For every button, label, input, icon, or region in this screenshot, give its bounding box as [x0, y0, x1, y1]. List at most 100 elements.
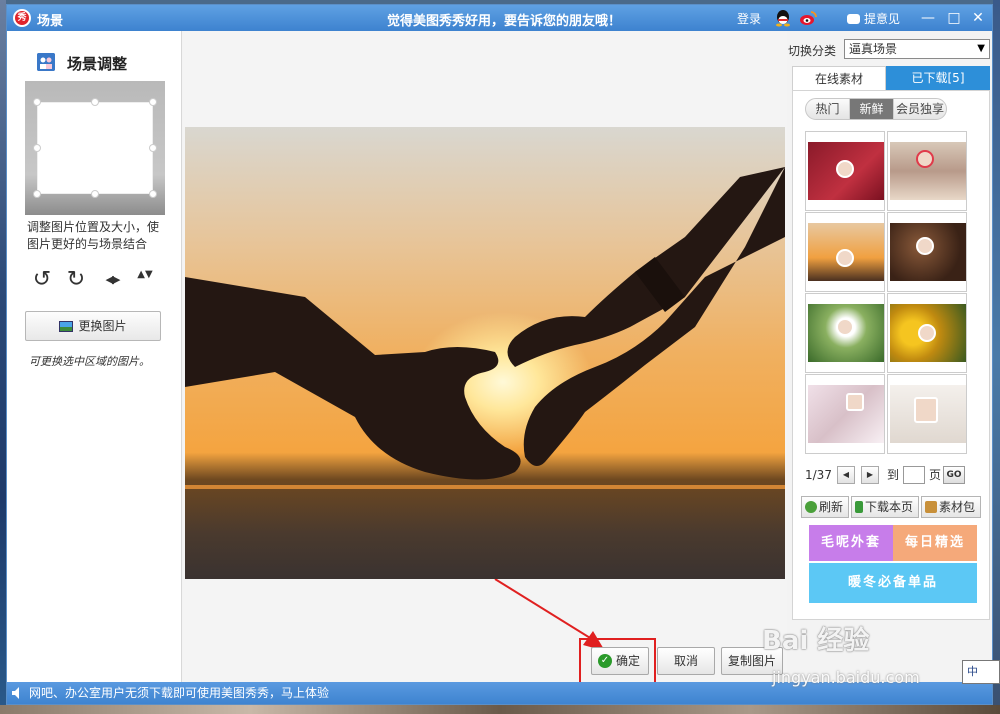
banner-winter-essentials[interactable]: 暖冬必备单品: [809, 563, 977, 603]
material-pack-button[interactable]: 素材包: [921, 496, 981, 518]
resize-handle[interactable]: [149, 144, 157, 152]
thumb-image: [808, 385, 884, 443]
chat-bubble-icon: [847, 14, 860, 24]
speaker-icon: [12, 687, 19, 699]
desktop-edge-bottom: [0, 705, 1000, 714]
adjust-hint-text: 调整图片位置及大小，使图片更好的与场景结合: [27, 220, 160, 251]
heart-hands-silhouette: [185, 167, 785, 480]
face-slot: [836, 249, 854, 267]
face-slot: [836, 160, 854, 178]
thumb-image: [890, 385, 966, 443]
pagination: 1/37 ◀ ▶ 到 页 GO: [805, 465, 985, 485]
download-page-button[interactable]: 下载本页: [851, 496, 919, 518]
face-slot: [916, 150, 934, 168]
scene-adjust-panel: 场景调整 调整图片位置及大小，使图片更好的与场景结合 ↺ ↻ ◀▶ ▲▼ 更换图…: [7, 31, 182, 682]
maximize-button[interactable]: □: [943, 8, 965, 28]
material-thumb[interactable]: [805, 131, 885, 211]
change-image-note: 可更换选中区域的图片。: [29, 355, 150, 368]
download-page-label: 下载本页: [865, 500, 914, 514]
goto-label: 到: [887, 468, 900, 482]
minimize-button[interactable]: —: [917, 8, 939, 28]
qq-icon[interactable]: [775, 9, 791, 27]
resize-handle[interactable]: [33, 190, 41, 198]
page-unit-label: 页: [929, 468, 942, 482]
change-image-label: 更换图片: [78, 319, 127, 333]
face-slot: [846, 393, 864, 411]
flip-vertical-icon[interactable]: ▲▼: [135, 269, 155, 295]
close-button[interactable]: ✕: [967, 8, 989, 28]
material-thumb[interactable]: [887, 293, 967, 373]
refresh-label: 刷新: [819, 500, 844, 514]
desktop-edge-right: [993, 0, 1000, 714]
subtab-hot[interactable]: 热门: [806, 99, 850, 119]
category-label: 切换分类: [788, 44, 837, 58]
ime-indicator[interactable]: 中: [962, 660, 1000, 684]
tab-online-materials[interactable]: 在线素材: [792, 66, 886, 90]
page-indicator: 1/37: [805, 468, 832, 482]
thumb-image: [808, 142, 884, 200]
subtab-new[interactable]: 新鲜: [850, 99, 894, 119]
window-title: 场景: [37, 14, 64, 29]
material-thumb[interactable]: [887, 131, 967, 211]
baidu-watermark: Bai 经验: [762, 626, 870, 656]
banner-wool-coat[interactable]: 毛呢外套: [809, 525, 893, 561]
prev-page-button[interactable]: ◀: [837, 466, 855, 484]
transform-toolbar: ↺ ↻ ◀▶ ▲▼: [29, 267, 169, 295]
face-slot: [914, 397, 938, 423]
face-slot: [918, 324, 936, 342]
scene-canvas: ✓ 确定 取消 复制图片: [183, 31, 787, 686]
material-thumb[interactable]: [805, 293, 885, 373]
subtab-vip[interactable]: 会员独享: [894, 99, 946, 119]
selection-frame[interactable]: [37, 102, 153, 194]
rotate-right-icon[interactable]: ↻: [63, 267, 89, 293]
material-subtabs: 热门 新鲜 会员独享: [805, 98, 947, 120]
banner-daily-picks[interactable]: 每日精选: [893, 525, 977, 561]
material-thumb[interactable]: [887, 212, 967, 292]
thumb-image: [808, 223, 884, 281]
scene-photo-heart-hands[interactable]: [185, 127, 785, 579]
thumb-image: [890, 223, 966, 281]
material-thumb[interactable]: [805, 212, 885, 292]
material-thumbnail-grid: [805, 131, 968, 455]
face-slot: [916, 237, 934, 255]
refresh-icon: [805, 501, 817, 513]
refresh-button[interactable]: 刷新: [801, 496, 849, 518]
category-select[interactable]: 逼真场景 ▼: [844, 39, 990, 59]
flip-horizontal-icon[interactable]: ◀▶: [99, 267, 125, 293]
category-value: 逼真场景: [849, 42, 898, 56]
material-thumb[interactable]: [805, 374, 885, 454]
face-slot: [836, 318, 854, 336]
material-list: 热门 新鲜 会员独享 1/37 ◀ ▶ 到 页 GO 刷新 下载本页 素材包 毛…: [792, 90, 990, 620]
next-page-button[interactable]: ▶: [861, 466, 879, 484]
change-image-button[interactable]: 更换图片: [25, 311, 161, 341]
go-button[interactable]: GO: [943, 466, 965, 484]
resize-handle[interactable]: [33, 98, 41, 106]
package-icon: [925, 501, 937, 513]
resize-handle[interactable]: [149, 98, 157, 106]
resize-handle[interactable]: [91, 190, 99, 198]
rotate-left-icon[interactable]: ↺: [29, 267, 55, 293]
resize-handle[interactable]: [149, 190, 157, 198]
feedback-link[interactable]: 提意见: [847, 10, 900, 27]
title-bar[interactable]: 秀 场景 觉得美图秀秀好用，要告诉您的朋友哦！ 登录 提意见 — □ ✕: [7, 5, 992, 31]
download-arrow-icon: [855, 501, 863, 513]
cancel-button[interactable]: 取消: [657, 647, 715, 675]
picture-icon: [59, 321, 74, 332]
scene-preview-thumbnail[interactable]: [25, 81, 165, 215]
resize-handle[interactable]: [33, 144, 41, 152]
login-link[interactable]: 登录: [737, 10, 761, 27]
confirm-highlight-box: [579, 638, 656, 686]
tab-downloaded[interactable]: 已下载[5]: [886, 66, 990, 90]
thumb-image: [890, 304, 966, 362]
thumb-image: [808, 304, 884, 362]
feedback-label: 提意见: [864, 12, 901, 26]
chevron-down-icon: ▼: [977, 43, 985, 54]
material-thumb[interactable]: [887, 374, 967, 454]
material-pack-label: 素材包: [939, 500, 976, 514]
slogan-text: 觉得美图秀秀好用，要告诉您的朋友哦！: [387, 14, 622, 29]
weibo-icon[interactable]: [799, 10, 817, 26]
page-number-input[interactable]: [903, 466, 925, 484]
resize-handle[interactable]: [91, 98, 99, 106]
status-promo-text: 网吧、办公室用户无须下载即可使用美图秀秀，马上体验: [29, 686, 330, 700]
scene-adjust-icon: [37, 53, 55, 71]
